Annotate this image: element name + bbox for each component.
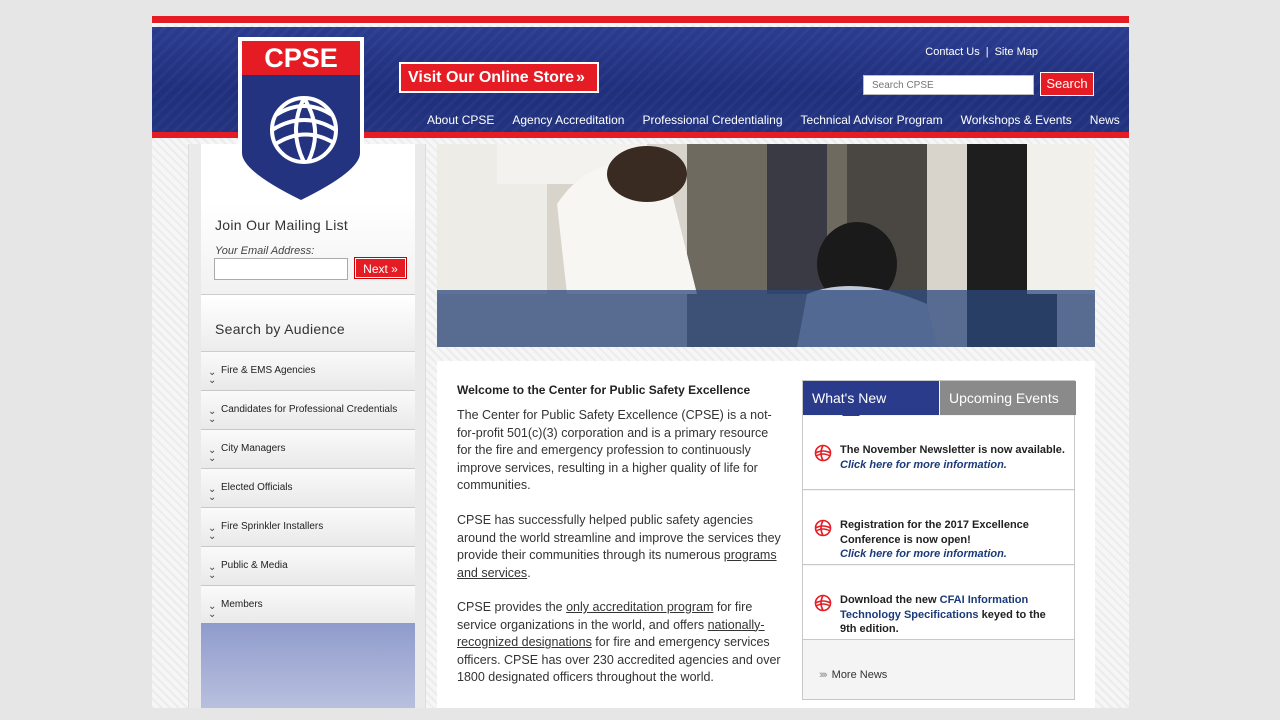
globe-icon xyxy=(814,594,832,612)
audience-item-fire-ems[interactable]: ⌄ ⌄ Fire & EMS Agencies xyxy=(201,352,415,391)
double-chevron-down-icon: ⌄ ⌄ xyxy=(208,562,217,581)
nav-professional-credentialing[interactable]: Professional Credentialing xyxy=(642,113,782,127)
nav-agency-accreditation[interactable]: Agency Accreditation xyxy=(512,113,624,127)
paragraph-text: . xyxy=(527,565,531,580)
news-text: The November Newsletter is now available… xyxy=(840,443,1065,472)
mailing-list-title: Join Our Mailing List xyxy=(215,217,349,233)
search-input[interactable] xyxy=(863,75,1034,95)
audience-item-elected-officials[interactable]: ⌄ ⌄ Elected Officials xyxy=(201,469,415,508)
hero-photo xyxy=(437,144,1095,347)
double-chevron-down-icon: ⌄ ⌄ xyxy=(208,601,217,620)
audience-header: Search by Audience xyxy=(201,296,415,352)
nav-technical-advisor[interactable]: Technical Advisor Program xyxy=(801,113,943,127)
main-nav: About CPSE Agency Accreditation Professi… xyxy=(427,113,1129,127)
audience-label: Fire Sprinkler Installers xyxy=(221,521,324,532)
audience-item-candidates[interactable]: ⌄ ⌄ Candidates for Professional Credential… xyxy=(201,391,415,430)
contact-us-link[interactable]: Contact Us xyxy=(925,46,979,58)
sidebar-decoration xyxy=(201,623,415,708)
audience-item-members[interactable]: ⌄ ⌄ Members xyxy=(201,586,415,625)
accreditation-program-link[interactable]: only accreditation program xyxy=(566,600,713,614)
news-text: Download the new CFAI Information Techno… xyxy=(840,593,1065,637)
more-news-label: More News xyxy=(831,669,888,681)
tab-whats-new[interactable]: What's New xyxy=(803,381,939,424)
nav-about[interactable]: About CPSE xyxy=(427,113,494,127)
double-chevron-down-icon: ⌄ ⌄ xyxy=(208,484,217,503)
accreditation-paragraph: CPSE provides the only accreditation pro… xyxy=(457,599,785,687)
tab-upcoming-events[interactable]: Upcoming Events xyxy=(940,381,1076,415)
email-field[interactable] xyxy=(214,258,348,280)
store-button-label: Visit Our Online Store xyxy=(408,69,574,86)
sidebar: Join Our Mailing List Your Email Address… xyxy=(188,144,426,708)
utility-links: Contact Us | Site Map xyxy=(925,46,1038,58)
audience-label: City Managers xyxy=(221,443,286,454)
double-chevron-right-icon: » xyxy=(575,69,585,86)
news-text: Registration for the 2017 Excellence Con… xyxy=(840,518,1065,562)
news-text-pre: Download the new xyxy=(840,594,940,606)
search-button[interactable]: Search xyxy=(1040,72,1094,96)
nav-workshops-events[interactable]: Workshops & Events xyxy=(961,113,1072,127)
news-headline: The November Newsletter is now available… xyxy=(840,444,1065,456)
logo-text: CPSE xyxy=(264,43,338,73)
main-content: Welcome to the Center for Public Safety … xyxy=(437,361,1095,708)
news-item[interactable]: The November Newsletter is now available… xyxy=(803,416,1074,490)
double-chevron-right-icon: ›››› xyxy=(819,669,828,681)
next-button[interactable]: Next » xyxy=(354,257,407,279)
audience-label: Fire & EMS Agencies xyxy=(221,365,316,376)
audience-item-city-managers[interactable]: ⌄ ⌄ City Managers xyxy=(201,430,415,469)
site-map-link[interactable]: Site Map xyxy=(995,46,1038,58)
double-chevron-down-icon: ⌄ ⌄ xyxy=(208,367,217,386)
intro-paragraph: The Center for Public Safety Excellence … xyxy=(457,408,772,492)
globe-icon xyxy=(814,519,832,537)
page: Visit Our Online Store» Contact Us | Site … xyxy=(152,16,1129,708)
audience-item-public-media[interactable]: ⌄ ⌄ Public & Media xyxy=(201,547,415,586)
programs-paragraph: CPSE has successfully helped public safe… xyxy=(457,512,785,582)
double-chevron-down-icon: ⌄ ⌄ xyxy=(208,445,217,464)
online-store-button[interactable]: Visit Our Online Store» xyxy=(399,62,599,93)
news-headline: Registration for the 2017 Excellence Con… xyxy=(840,519,1029,546)
news-widget: What's New Upcoming Events The November … xyxy=(802,380,1076,700)
news-item[interactable]: Download the new CFAI Information Techno… xyxy=(803,566,1074,640)
audience-label: Members xyxy=(221,599,263,610)
globe-icon xyxy=(814,444,832,462)
news-item[interactable]: Registration for the 2017 Excellence Con… xyxy=(803,491,1074,565)
sidebar-panel: Join Our Mailing List Your Email Address… xyxy=(201,144,415,708)
audience-item-sprinkler-installers[interactable]: ⌄ ⌄ Fire Sprinkler Installers xyxy=(201,508,415,547)
double-chevron-down-icon: ⌄ ⌄ xyxy=(208,406,217,425)
top-red-stripe xyxy=(152,16,1129,25)
audience-title: Search by Audience xyxy=(215,321,345,337)
audience-label: Elected Officials xyxy=(221,482,293,493)
audience-label: Candidates for Professional Credentials xyxy=(221,404,398,415)
utility-separator: | xyxy=(985,46,989,58)
news-more-link[interactable]: Click here for more information. xyxy=(840,459,1007,471)
audience-label: Public & Media xyxy=(221,560,288,571)
email-label: Your Email Address: xyxy=(215,245,315,257)
welcome-title: Welcome to the Center for Public Safety … xyxy=(457,383,751,397)
double-chevron-down-icon: ⌄ ⌄ xyxy=(208,523,217,542)
audience-list: ⌄ ⌄ Fire & EMS Agencies ⌄ ⌄ Candidates for P… xyxy=(201,352,415,625)
news-more-link[interactable]: Click here for more information. xyxy=(840,548,1007,560)
nav-news[interactable]: News xyxy=(1090,113,1120,127)
more-news-link[interactable]: ›››› More News xyxy=(819,669,887,681)
paragraph-text: CPSE provides the xyxy=(457,600,567,614)
cpse-logo[interactable]: CPSE xyxy=(236,35,366,207)
